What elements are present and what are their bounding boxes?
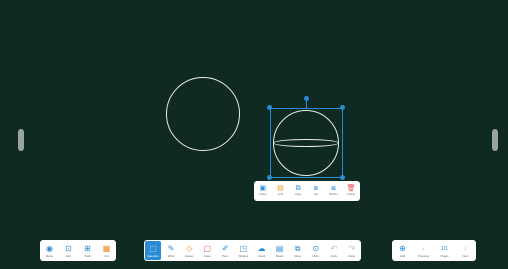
lock-icon: ▤ bbox=[277, 185, 284, 192]
lock-button[interactable]: ▤ Lock bbox=[272, 185, 288, 197]
eraser-icon: ◇ bbox=[186, 243, 193, 253]
send-to-bottom-icon: ⧇ bbox=[331, 185, 336, 192]
send-to-bottom-button[interactable]: ⧇ Bottom bbox=[325, 185, 341, 197]
more-tool[interactable]: ⊙ More bbox=[308, 241, 324, 260]
left-toolbar: ◉ Menu ⊡ Exit ⊞ Tools ▦ Cut bbox=[40, 240, 116, 261]
exit-icon: ⊡ bbox=[65, 243, 72, 253]
next-page-button[interactable]: › Next bbox=[458, 241, 474, 260]
page-toolbar: ⊕ Add ‹ Previous 1/1 Pages › Next bbox=[392, 240, 476, 261]
eraser-tool[interactable]: ◇ Eraser bbox=[181, 241, 197, 260]
menu-button[interactable]: ◉ Menu bbox=[42, 241, 58, 260]
board-tool[interactable]: ▤ Board bbox=[272, 241, 288, 260]
undo-button[interactable]: ↶ Undo bbox=[326, 241, 342, 260]
resize-handle-bottom-left[interactable] bbox=[267, 175, 272, 180]
redo-button[interactable]: ↷ Redo bbox=[344, 241, 360, 260]
selection-tool[interactable]: ⬚ Selection bbox=[145, 241, 162, 260]
move-tool[interactable]: ⧉ Move bbox=[290, 241, 306, 260]
apps-icon: ⊞ bbox=[84, 243, 91, 253]
sphere-equator bbox=[273, 139, 339, 147]
trash-icon: 🗑 bbox=[346, 185, 356, 192]
chevron-right-icon: › bbox=[464, 243, 467, 253]
clear-icon: ▢ bbox=[203, 243, 212, 253]
menu-icon: ◉ bbox=[46, 243, 53, 253]
resize-handle-top-right[interactable] bbox=[340, 105, 345, 110]
more-icon: ⊙ bbox=[312, 243, 320, 253]
previous-page-button[interactable]: ‹ Previous bbox=[416, 241, 432, 260]
rotate-handle[interactable] bbox=[304, 96, 309, 101]
bring-to-top-button[interactable]: ⧈ Top bbox=[308, 185, 324, 197]
circle-shape[interactable] bbox=[166, 77, 240, 151]
marker-icon: ✐ bbox=[221, 243, 229, 253]
selected-sphere-shape[interactable] bbox=[267, 96, 345, 180]
colour-button[interactable]: ▣ Colour bbox=[255, 185, 271, 197]
copy-button[interactable]: ⧉ Copy bbox=[290, 185, 306, 197]
shapes-icon: ◳ bbox=[239, 243, 248, 253]
pens-tool[interactable]: ✐ Pens bbox=[217, 241, 233, 260]
pen-icon: ✎ bbox=[167, 243, 175, 253]
board-icon: ▤ bbox=[275, 243, 284, 253]
cut-icon: ▦ bbox=[102, 243, 111, 253]
cut-button[interactable]: ▦ Cut bbox=[99, 241, 115, 260]
right-panel-handle[interactable] bbox=[492, 129, 498, 151]
resize-handle-top-left[interactable] bbox=[267, 105, 272, 110]
main-toolbar: ⬚ Selection ✎ Write ◇ Eraser ▢ Clear ✐ P… bbox=[144, 240, 361, 261]
add-page-button[interactable]: ⊕ Add bbox=[395, 241, 411, 260]
selection-context-toolbar: ▣ Colour ▤ Lock ⧉ Copy ⧈ Top ⧇ Bottom 🗑 … bbox=[254, 181, 360, 201]
delete-button[interactable]: 🗑 Delete bbox=[343, 185, 359, 197]
left-panel-handle[interactable] bbox=[18, 129, 24, 151]
tools-button[interactable]: ⊞ Tools bbox=[80, 241, 96, 260]
write-tool[interactable]: ✎ Write bbox=[163, 241, 179, 260]
page-counter: 1/1 bbox=[441, 245, 448, 252]
move-icon: ⧉ bbox=[294, 243, 301, 253]
pages-button[interactable]: 1/1 Pages bbox=[437, 241, 453, 260]
resize-handle-bottom-right[interactable] bbox=[340, 175, 345, 180]
cloud-tool[interactable]: ☁ Cloud bbox=[254, 241, 270, 260]
clear-tool[interactable]: ▢ Clear bbox=[199, 241, 215, 260]
whiteboard-canvas[interactable]: ▣ Colour ▤ Lock ⧉ Copy ⧈ Top ⧇ Bottom 🗑 … bbox=[0, 0, 508, 269]
shapes-tool[interactable]: ◳ Shapes bbox=[235, 241, 251, 260]
cloud-icon: ☁ bbox=[257, 243, 266, 253]
add-icon: ⊕ bbox=[399, 243, 406, 253]
bring-to-top-icon: ⧈ bbox=[313, 185, 319, 192]
chevron-left-icon: ‹ bbox=[422, 243, 425, 253]
palette-icon: ▣ bbox=[259, 185, 267, 192]
cursor-icon: ⬚ bbox=[149, 243, 157, 253]
exit-button[interactable]: ⊡ Exit bbox=[61, 241, 77, 260]
undo-icon: ↶ bbox=[330, 243, 338, 253]
copy-icon: ⧉ bbox=[295, 185, 301, 192]
redo-icon: ↷ bbox=[348, 243, 356, 253]
